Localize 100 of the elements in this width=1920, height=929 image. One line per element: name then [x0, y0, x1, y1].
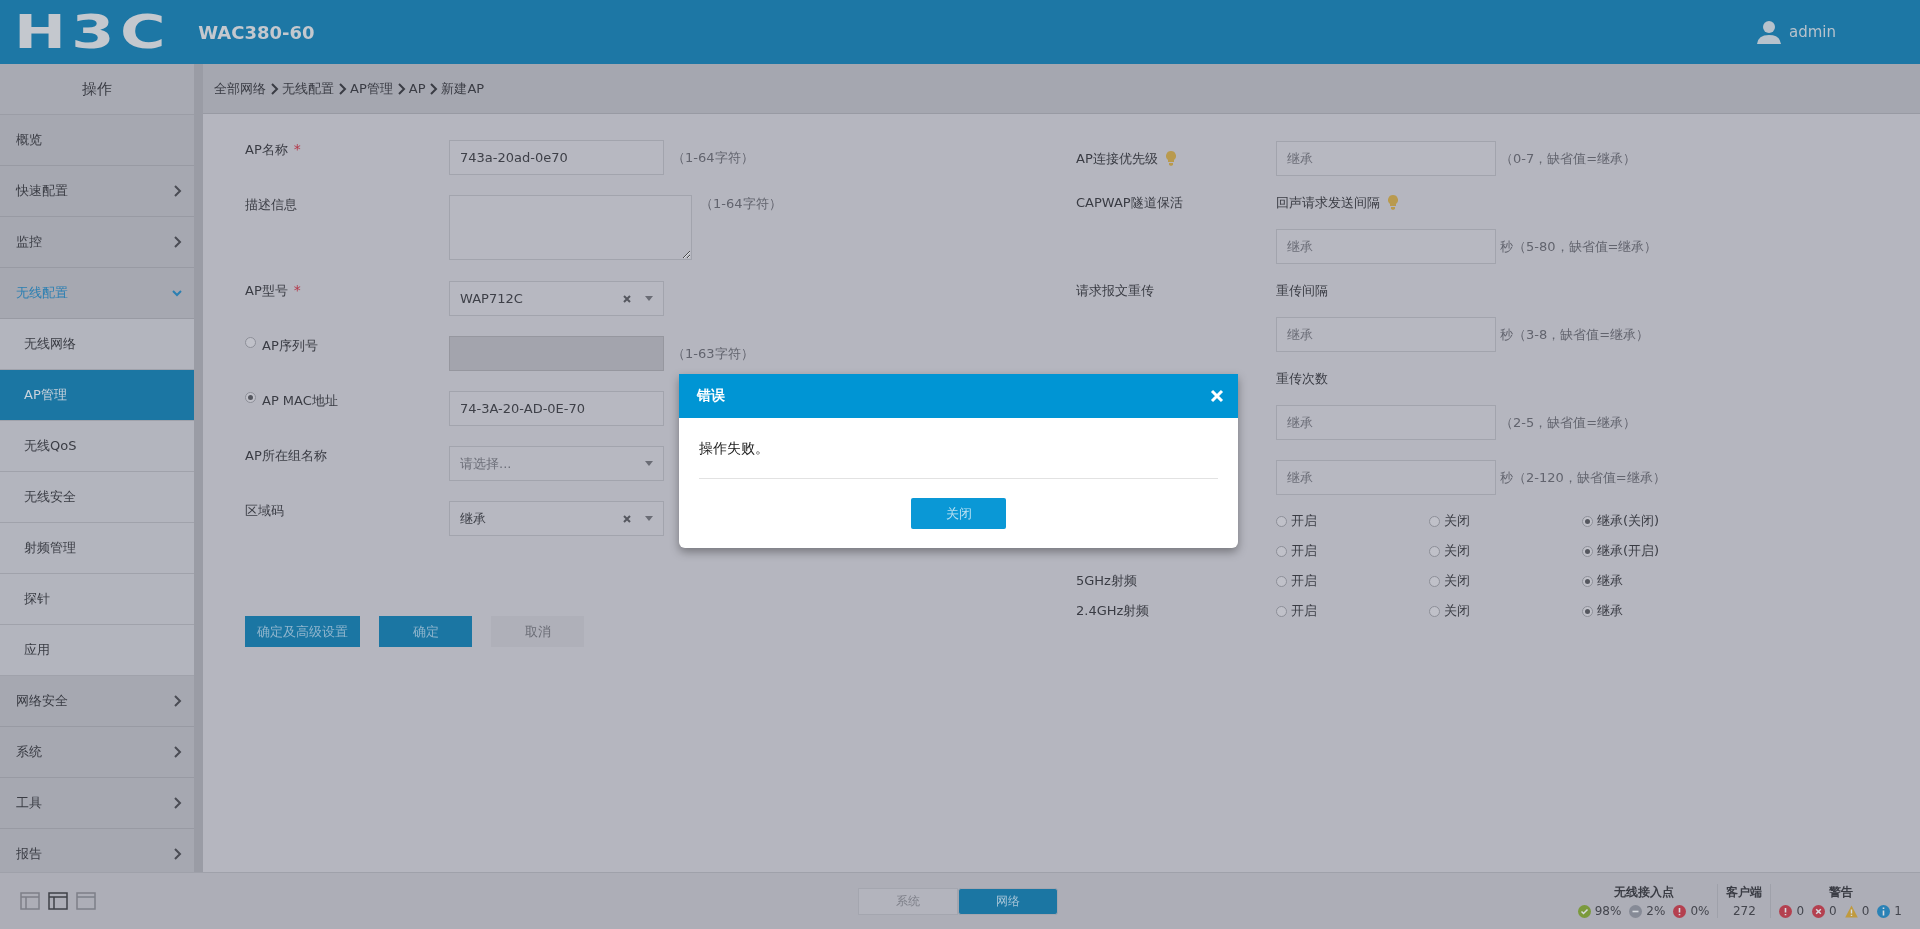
field-hint: 秒（3-8，缺省值=继承）: [1500, 325, 1650, 344]
sidebar-subitem[interactable]: 应用: [0, 625, 194, 676]
sidebar-item[interactable]: 概览: [0, 115, 194, 166]
select-field[interactable]: WAP712C: [449, 281, 664, 316]
layout-icon[interactable]: [48, 892, 68, 910]
lightbulb-icon[interactable]: [1165, 151, 1176, 166]
radio-label[interactable]: 关闭: [1444, 602, 1470, 620]
text-field[interactable]: 继承: [1276, 317, 1496, 352]
breadcrumb-link[interactable]: AP: [408, 81, 426, 96]
status-title: 警告: [1828, 884, 1853, 901]
breadcrumb-link[interactable]: 全部网络: [214, 79, 266, 98]
text-field[interactable]: 743a-20ad-0e70: [449, 140, 664, 175]
sidebar-subitem[interactable]: 射频管理: [0, 523, 194, 574]
field-hint: （0-7，缺省值=继承）: [1500, 149, 1637, 168]
radio-label[interactable]: 继承: [1597, 602, 1623, 620]
radio-button[interactable]: [1276, 605, 1287, 617]
radio-button[interactable]: [1582, 575, 1593, 587]
sidebar-subitem[interactable]: AP管理: [0, 370, 194, 421]
user-icon: [1757, 20, 1781, 44]
field-hint: （2-5，缺省值=继承）: [1500, 413, 1637, 432]
text-field[interactable]: 继承: [1276, 141, 1496, 176]
radio-button[interactable]: [1582, 515, 1593, 527]
field-label: AP名称: [245, 141, 288, 159]
radio-button[interactable]: [1429, 515, 1440, 527]
radio-button[interactable]: [1276, 545, 1287, 557]
required-mark: *: [293, 141, 301, 157]
sidebar-item[interactable]: 监控: [0, 217, 194, 268]
sidebar-item[interactable]: 网络安全: [0, 676, 194, 727]
sidebar-item[interactable]: 快速配置: [0, 166, 194, 217]
lightbulb-icon[interactable]: [1388, 195, 1398, 210]
field-label: 请求报文重传: [1076, 281, 1154, 300]
radio-label[interactable]: 开启: [1291, 542, 1317, 560]
chevron-icon: [428, 82, 439, 95]
field-label: 2.4GHz射频: [1076, 602, 1150, 620]
radio-label[interactable]: 开启: [1291, 512, 1317, 530]
radio-label[interactable]: 关闭: [1444, 572, 1470, 590]
radio-label[interactable]: 开启: [1291, 572, 1317, 590]
status-value: 98%: [1594, 904, 1622, 918]
chevron-icon: [337, 82, 347, 95]
sidebar-subitem[interactable]: 探针: [0, 574, 194, 625]
radio-label[interactable]: 继承(开启): [1597, 542, 1660, 560]
sidebar-item[interactable]: 工具: [0, 778, 194, 829]
description-field[interactable]: [449, 195, 692, 260]
radio-button[interactable]: [1429, 605, 1440, 617]
clear-icon[interactable]: [623, 294, 631, 303]
status-title: 无线接入点: [1613, 884, 1674, 901]
breadcrumb-link[interactable]: 无线配置: [282, 79, 334, 98]
field-label: AP序列号: [262, 337, 318, 355]
radio-button[interactable]: [1582, 545, 1593, 557]
field-hint: 秒（5-80，缺省值=继承）: [1500, 237, 1658, 256]
dialog-title: 错误: [697, 387, 725, 405]
sidebar-item[interactable]: 系统: [0, 727, 194, 778]
status-value: 0: [1796, 904, 1805, 918]
layout-icon[interactable]: [20, 892, 40, 910]
breadcrumb-link[interactable]: 新建AP: [441, 79, 485, 98]
field-hint: （1-63字符）: [672, 345, 754, 363]
required-mark: *: [293, 282, 301, 298]
sidebar-subitem[interactable]: 无线QoS: [0, 421, 194, 472]
sidebar-subitem[interactable]: 无线网络: [0, 319, 194, 370]
field-sublabel: 回声请求发送间隔: [1276, 193, 1380, 212]
radio-label[interactable]: 继承(关闭): [1597, 512, 1660, 530]
field-sublabel: 重传次数: [1276, 369, 1328, 388]
field-sublabel: 重传间隔: [1276, 281, 1328, 300]
status-value: 2%: [1646, 904, 1666, 918]
field-label: AP连接优先级: [1076, 149, 1158, 168]
chevron-icon: [269, 82, 279, 95]
status-value: 272: [1733, 904, 1756, 918]
field-hint: （1-64字符）: [672, 149, 754, 167]
radio-label[interactable]: 关闭: [1444, 542, 1470, 560]
dropdown-arrow-icon: [645, 296, 653, 301]
chevron-icon: [395, 82, 406, 95]
field-label: CAPWAP隧道保活: [1076, 193, 1183, 212]
field-hint: （1-64字符）: [700, 195, 782, 213]
text-field[interactable]: 继承: [1276, 405, 1496, 440]
radio-button[interactable]: [1582, 605, 1593, 617]
radio-button[interactable]: [1429, 545, 1440, 557]
text-field[interactable]: 74-3A-20-AD-0E-70: [449, 391, 664, 426]
text-field[interactable]: 继承: [1276, 460, 1496, 495]
clear-icon[interactable]: [623, 514, 631, 523]
breadcrumb-link[interactable]: AP管理: [350, 79, 393, 98]
view-tab[interactable]: 网络: [958, 887, 1058, 915]
radio-label[interactable]: 继承: [1597, 572, 1623, 590]
user-name[interactable]: admin: [1789, 23, 1836, 41]
status-value: 0%: [1690, 904, 1710, 918]
radio-button[interactable]: [245, 392, 256, 403]
select-field[interactable]: 继承: [449, 501, 664, 536]
sidebar-subitem[interactable]: 无线安全: [0, 472, 194, 523]
radio-button[interactable]: [1429, 575, 1440, 587]
dropdown-arrow-icon: [645, 461, 653, 466]
status-title: 客户端: [1726, 884, 1763, 901]
text-field[interactable]: 继承: [1276, 229, 1496, 264]
field-label: 区域码: [245, 502, 284, 520]
status-value: 1: [1894, 904, 1902, 918]
radio-label[interactable]: 开启: [1291, 602, 1317, 620]
radio-button[interactable]: [1276, 515, 1287, 527]
select-field[interactable]: 请选择...: [449, 446, 664, 481]
close-icon[interactable]: [1210, 389, 1224, 403]
field-label: AP MAC地址: [262, 392, 338, 410]
radio-label[interactable]: 关闭: [1444, 512, 1470, 530]
radio-button[interactable]: [1276, 575, 1287, 587]
